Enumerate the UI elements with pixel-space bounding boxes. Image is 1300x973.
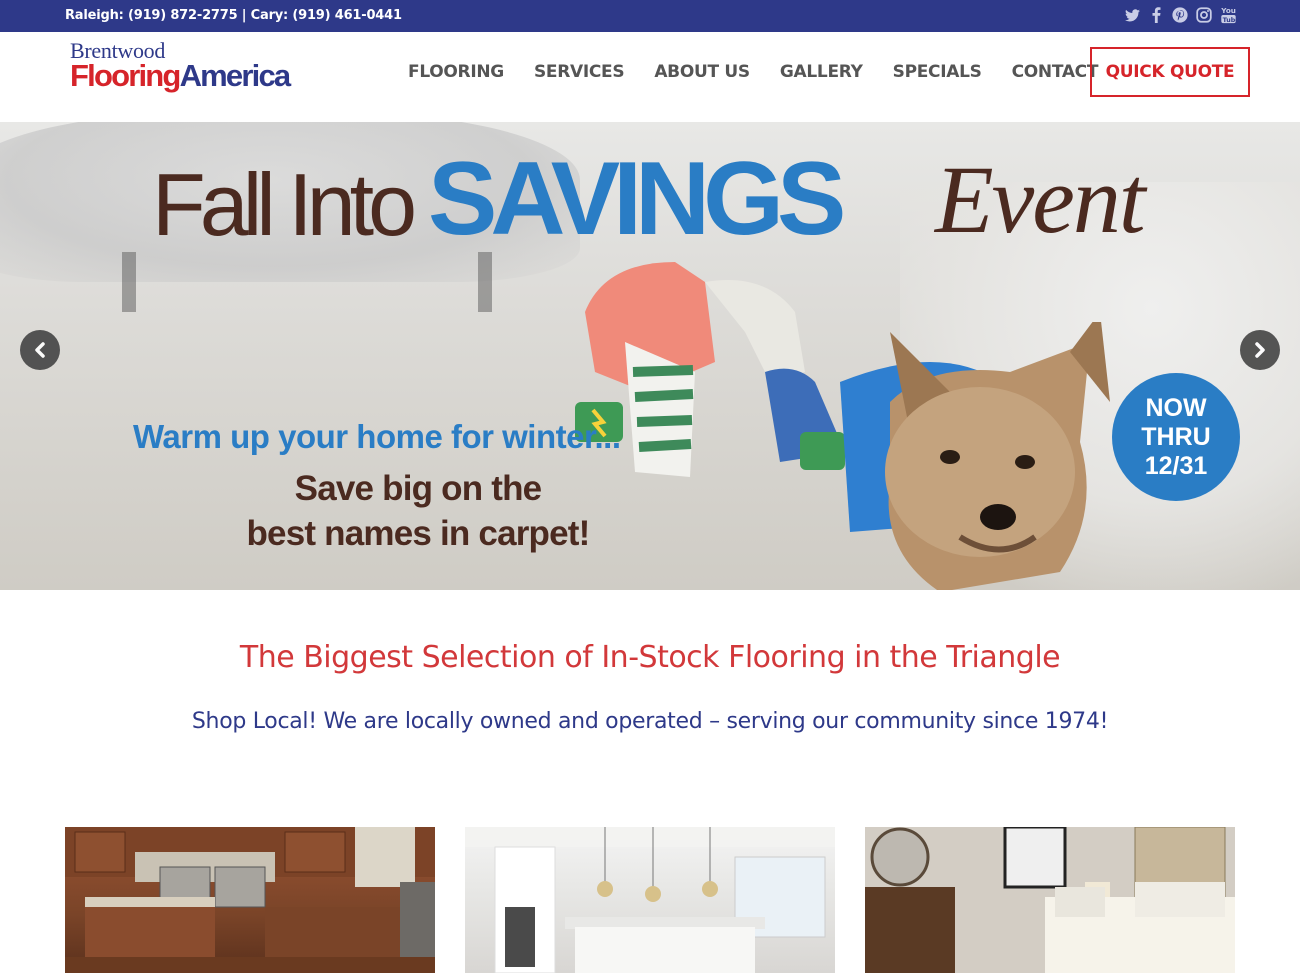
white-kitchen-image[interactable] bbox=[465, 827, 835, 973]
hero-title-event: Event bbox=[935, 146, 1146, 253]
kitchen-wood-image[interactable] bbox=[65, 827, 435, 973]
twitter-icon[interactable] bbox=[1124, 6, 1140, 24]
brand-logo[interactable]: Brentwood FlooringAmerica bbox=[70, 40, 320, 100]
section-subline: Shop Local! We are locally owned and ope… bbox=[191, 709, 1109, 734]
badge-line: 12/31 bbox=[1144, 451, 1208, 480]
top-bar: Raleigh: (919) 872-2775 | Cary: (919) 46… bbox=[0, 0, 1300, 32]
hero-tagline-carpet: Save big on the best names in carpet! bbox=[232, 466, 604, 556]
youtube-icon[interactable]: You Tube bbox=[1220, 6, 1236, 24]
badge-line: THRU bbox=[1141, 422, 1211, 451]
slider-next-button[interactable] bbox=[1240, 330, 1280, 370]
phone-numbers[interactable]: Raleigh: (919) 872-2775 | Cary: (919) 46… bbox=[65, 8, 402, 23]
hero-title-fall-into: Fall Into bbox=[152, 155, 417, 254]
facebook-icon[interactable] bbox=[1148, 6, 1164, 24]
hero-tagline-winter: Warm up your home for winter... bbox=[133, 418, 621, 455]
nav-item-services[interactable]: SERVICES bbox=[519, 62, 639, 82]
kitchen-cabinets-picture bbox=[65, 827, 435, 973]
logo-flooring-america: FlooringAmerica bbox=[70, 58, 320, 93]
site-header: Brentwood FlooringAmerica FLOORING SERVI… bbox=[0, 32, 1300, 122]
hero-tagline-line: Save big on the bbox=[294, 469, 542, 508]
bedroom-picture bbox=[865, 827, 1235, 973]
couch-leg bbox=[478, 252, 492, 312]
slider-prev-button[interactable] bbox=[20, 330, 60, 370]
quick-quote-button[interactable]: QUICK QUOTE bbox=[1090, 47, 1250, 97]
nav-item-flooring[interactable]: FLOORING bbox=[393, 62, 519, 82]
nav-item-about-us[interactable]: ABOUT US bbox=[639, 62, 765, 82]
social-links: You Tube bbox=[1124, 6, 1236, 24]
hero-slider: Fall Into SAVINGS Event Warm up your hom… bbox=[0, 122, 1300, 590]
hero-tagline-line: best names in carpet! bbox=[246, 514, 590, 553]
nav-item-specials[interactable]: SPECIALS bbox=[878, 62, 997, 82]
badge-line: NOW bbox=[1145, 393, 1207, 422]
hero-title-savings: SAVINGS bbox=[428, 141, 846, 257]
section-headline: The Biggest Selection of In-Stock Floori… bbox=[239, 640, 1061, 675]
dog-illustration bbox=[840, 322, 1110, 590]
logo-flooring: Flooring bbox=[70, 58, 181, 93]
chevron-right-icon bbox=[1255, 342, 1265, 358]
chevron-left-icon bbox=[35, 342, 45, 358]
logo-america: America bbox=[179, 58, 292, 93]
couch-leg bbox=[122, 252, 136, 312]
nav-item-gallery[interactable]: GALLERY bbox=[765, 62, 878, 82]
bedroom-image[interactable] bbox=[865, 827, 1235, 973]
date-badge: NOW THRU 12/31 bbox=[1112, 373, 1240, 501]
pinterest-icon[interactable] bbox=[1172, 6, 1188, 24]
white-kitchen-picture bbox=[465, 827, 835, 973]
instagram-icon[interactable] bbox=[1196, 6, 1212, 24]
main-nav: FLOORING SERVICES ABOUT US GALLERY SPECI… bbox=[393, 62, 1113, 82]
svg-text:Tube: Tube bbox=[1222, 17, 1235, 24]
svg-text:You: You bbox=[1221, 6, 1236, 15]
